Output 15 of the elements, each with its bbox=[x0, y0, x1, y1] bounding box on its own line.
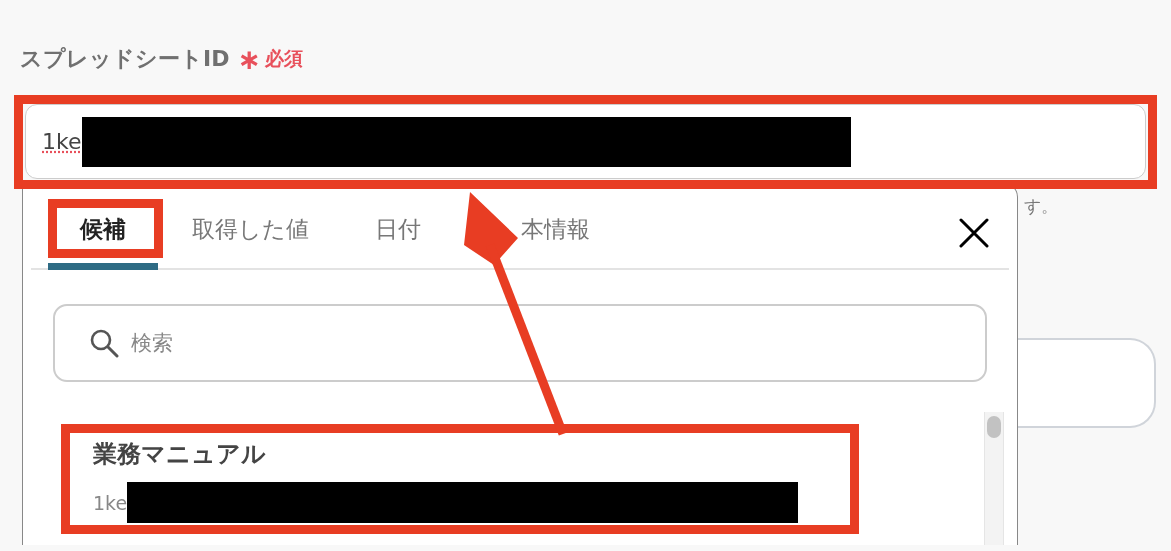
close-icon[interactable] bbox=[959, 218, 989, 248]
tab[interactable]: 候補 bbox=[48, 184, 158, 270]
item-id: 1ke bbox=[93, 491, 128, 514]
required-label: 必須 bbox=[264, 46, 303, 71]
helper-text: す。 bbox=[1024, 195, 1059, 218]
tab[interactable]: 取得した値 bbox=[176, 184, 325, 270]
field-value: 1ke bbox=[42, 129, 82, 154]
item-title[interactable]: 業務マニュアル bbox=[93, 438, 266, 476]
search-field[interactable]: 検索 bbox=[53, 304, 987, 382]
spreadsheet-id-field[interactable]: 1ke bbox=[25, 104, 1146, 179]
required-asterisk: ∗ bbox=[237, 42, 261, 76]
field-label: スプレッドシートID bbox=[20, 45, 230, 73]
tab[interactable]: 本情報 bbox=[521, 184, 606, 270]
scrollbar[interactable] bbox=[984, 412, 1004, 545]
tab[interactable]: 日付 bbox=[359, 184, 437, 270]
